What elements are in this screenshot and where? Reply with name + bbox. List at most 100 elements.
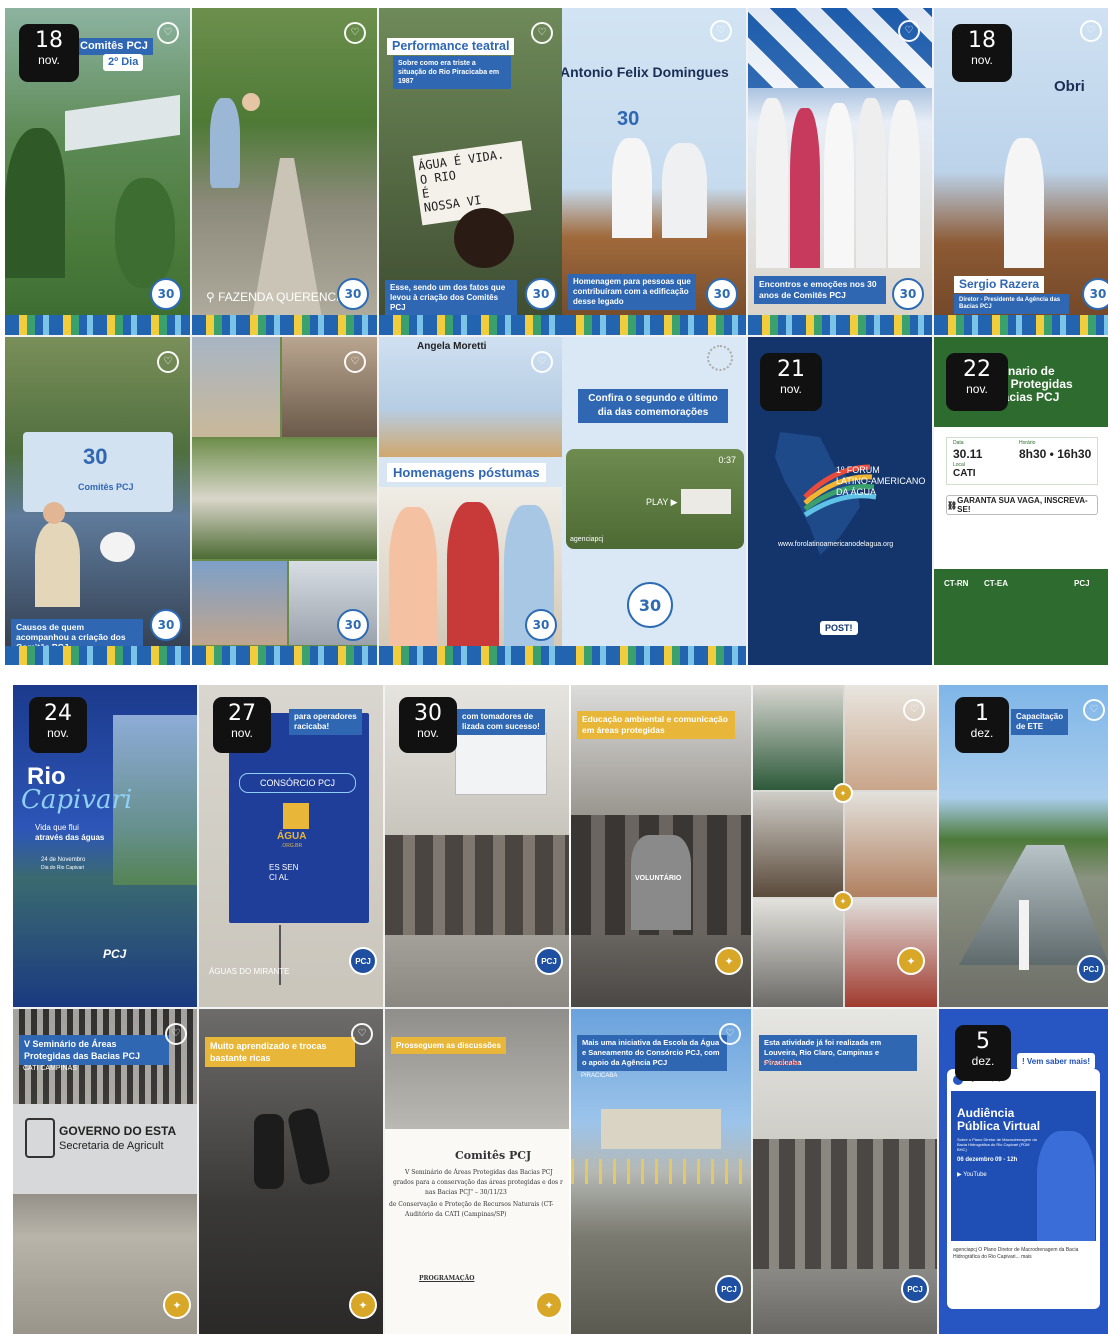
comites-30-logo: 30 [150,609,182,641]
pattern-band [748,315,932,335]
heart-icon[interactable]: ♡ [344,351,366,373]
qr-code [283,803,309,829]
presenter [1037,1131,1095,1241]
speaker [1004,138,1044,268]
speaker-role: Diretor - Presidente da Agência das Baci… [954,294,1069,314]
register-button[interactable]: ⛓ GARANTA SUA VAGA, INSCREVA-SE! [946,495,1098,515]
pattern-band [379,646,562,665]
pipe [1019,900,1029,970]
story-tile-seminario[interactable]: minario de as Protegidas Bacias PCJ 22 nov.… [934,337,1108,665]
story-tile-homenagens[interactable]: Angela Moretti Homenagens póstumas ♡ 30 [379,337,562,665]
date-badge: 22 nov. [946,353,1008,411]
pcj-logo: PCJ [103,947,127,961]
play-button[interactable]: PLAY ▶ [646,497,678,508]
story-tile-discussoes[interactable]: Prosseguem as discussões Comitês PCJ V S… [385,1009,569,1334]
heart-icon[interactable]: ♡ [710,20,732,42]
person [242,93,260,111]
heart-icon[interactable]: ♡ [1083,699,1105,721]
seal-logo: ✦ [535,1291,563,1319]
story-tile-comites-2dia[interactable]: Comitês PCJ 2º Dia 18 nov. ♡ 30 [5,8,190,335]
person [790,108,820,268]
story-tile-escola-da-agua[interactable]: Mais uma iniciativa da Escola da Água e … [571,1009,751,1334]
tile-top-name: Angela Moretti [417,341,487,352]
seal-logo: ✦ [349,1291,377,1319]
comites-30-logo: 30 [337,609,369,641]
date-badge: 18 nov. [19,24,79,82]
story-tile-performance[interactable]: Performance teatral Sobre como era trist… [379,8,562,335]
story-tile-v-seminario[interactable]: V Seminário de Áreas Protegidas das Baci… [13,1009,197,1334]
story-tile-participantes[interactable]: ♡ ✦ ✦ ✦ [753,685,937,1007]
heart-icon[interactable]: ♡ [1080,20,1102,42]
tile-title: Performance teatral [387,38,515,55]
essencial-text: ES SEN CI AL [269,863,299,882]
microphone [286,1106,332,1187]
heart-icon[interactable]: ♡ [157,22,179,44]
person [447,502,499,647]
photo [845,685,937,790]
person [756,98,788,268]
heart-icon[interactable]: ♡ [165,1023,187,1045]
seal-logo: ✦ [833,891,853,911]
person [612,138,652,238]
pcj-logo: PCJ [901,1275,929,1303]
tree [5,128,65,278]
story-tile-homenagem-antonio[interactable]: Antonio Felix Domingues 30 Homenagem par… [562,8,746,335]
heart-icon[interactable]: ♡ [898,20,920,42]
photo-audience [192,439,377,559]
forum-url[interactable]: www.forolatinoamericanodelagua.org [778,541,893,548]
speaker-name: Sergio Razera [954,276,1045,293]
story-tile-atividade[interactable]: Esta atividade já foi realizada em Louve… [753,1009,937,1334]
video-duration: 0:37 [718,455,736,465]
pattern-band [5,646,190,665]
story-tile-causos[interactable]: Comitês PCJ 30 Causos de quem acompanhou… [5,337,190,665]
consorcio-label: CONSÓRCIO PCJ [239,773,356,793]
seal-logo: ✦ [715,947,743,975]
person [824,103,854,268]
heart-icon[interactable]: ♡ [903,699,925,721]
story-tile-sergio-razera[interactable]: Obri 18 nov. Sergio Razera Diretor - Pres… [934,8,1108,335]
story-tile-confira[interactable]: Confira o segundo e último dia das comem… [562,337,746,665]
story-tile-audiencia-publica[interactable]: agenciapcj AudiênciaPública Virtual Sobr… [939,1009,1108,1334]
tile-title: Confira o segundo e último dia das comem… [578,389,728,423]
date-badge: 24 nov. [29,697,87,753]
story-tile-tomadores[interactable]: com tomadores de lizada com sucesso! 30 no… [385,685,569,1007]
tile-caption: Encontros e emoções nos 30 anos de Comit… [754,276,886,304]
date-badge: 5 dez. [955,1025,1011,1081]
footer-green: CT-RN CT-EA PCJ [934,569,1108,665]
state-seal [25,1118,55,1158]
heart-icon[interactable]: ♡ [351,1023,373,1045]
seal-logo: ✦ [163,1291,191,1319]
video-thumbnail[interactable]: 0:37 PLAY ▶ agenciapcj [566,449,744,549]
comites-30-logo: 30 [150,278,182,310]
heart-icon[interactable]: ♡ [157,351,179,373]
story-tile-consorcio[interactable]: CONSÓRCIO PCJ ÁGUA .ORG.BR ES SEN CI AL … [199,685,383,1007]
heart-icon[interactable]: ♡ [719,1023,741,1045]
flowers [100,532,135,562]
story-tile-rio-capivari[interactable]: 24 nov. Rio Capivari Vida que flui através… [13,685,197,1007]
treatment-channel [959,845,1108,965]
railing [571,1159,751,1184]
heart-icon[interactable]: ♡ [531,351,553,373]
location-pin-icon: ⚲ [206,290,219,304]
comites-30-logo: 30 [1082,278,1108,310]
story-tile-fazenda[interactable]: ♡ ⚲ FAZENDA QUERENCIA 30 [192,8,377,335]
date-badge: 18 nov. [952,24,1012,82]
story-tile-educacao-ambiental[interactable]: VOLUNTÁRIO Educação ambiental e comunica… [571,685,751,1007]
shared-post-card[interactable]: agenciapcj AudiênciaPública Virtual Sobr… [947,1069,1100,1309]
tile-title: Homenagens póstumas [387,463,546,482]
photo [753,685,843,790]
story-tile-collage[interactable]: ♡ 30 [192,337,377,665]
tile-caption: ! Vem saber mais! [1017,1053,1096,1070]
comites-30-logo: 30 [892,278,924,310]
heart-icon[interactable]: ♡ [531,22,553,44]
stand-leg [279,925,281,985]
subtitle: Vida que flui através das águas [35,823,105,842]
story-tile-aprendizado[interactable]: Muito aprendizado e trocas bastante rica… [199,1009,383,1334]
video-user: agenciapcj [570,536,604,543]
story-tile-capacitacao-ete[interactable]: Capacitação de ETE 1 dez. ♡ PCJ [939,685,1108,1007]
heart-icon[interactable]: ♡ [344,22,366,44]
story-tile-forum[interactable]: 21 nov. 1º FORUM LATINO-AMERICANO DA ÁGUA w… [748,337,932,665]
story-tile-encontros[interactable]: Encontros e emoções nos 30 anos de Comit… [748,8,932,335]
event-date-sub: Dia do Rio Capivari [41,865,85,871]
grid-top-right: Antonio Felix Domingues 30 Homenagem par… [562,8,1108,665]
